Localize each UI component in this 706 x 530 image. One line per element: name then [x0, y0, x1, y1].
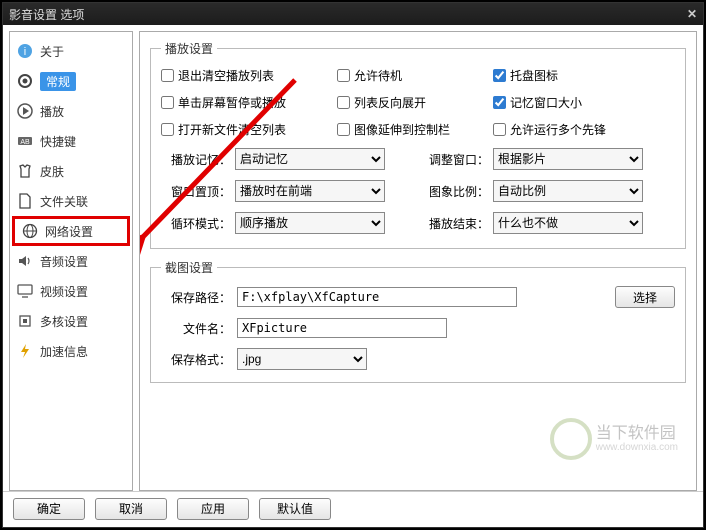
sidebar-item-hotkey[interactable]: AB 快捷键 [10, 126, 132, 156]
play-icon [16, 102, 34, 120]
sidebar-item-label: 快捷键 [40, 133, 76, 150]
label-adjust-window: 调整窗口： [419, 151, 489, 168]
monitor-icon [16, 282, 34, 300]
input-filename[interactable] [237, 318, 447, 338]
select-window-top[interactable]: 播放时在前端 [235, 180, 385, 202]
svg-text:AB: AB [20, 139, 30, 146]
checkbox-click-pause[interactable]: 单击屏幕暂停或播放 [161, 94, 331, 111]
sidebar-item-label: 加速信息 [40, 343, 88, 360]
sidebar: i 关于 常规 播放 AB 快捷键 皮肤 [9, 31, 133, 491]
sidebar-item-label: 文件关联 [40, 193, 88, 210]
label-loop-mode: 循环模式： [161, 215, 231, 232]
sidebar-item-playback[interactable]: 播放 [10, 96, 132, 126]
checkbox-input[interactable] [161, 69, 174, 82]
sidebar-item-label: 常规 [40, 72, 76, 91]
sidebar-item-skin[interactable]: 皮肤 [10, 156, 132, 186]
sidebar-item-general[interactable]: 常规 [10, 66, 132, 96]
watermark-logo-icon [550, 418, 592, 460]
checkbox-input[interactable] [493, 123, 506, 136]
checkbox-input[interactable] [337, 123, 350, 136]
window-title: 影音设置 选项 [9, 6, 84, 23]
group-legend: 播放设置 [161, 40, 217, 57]
sidebar-item-label: 网络设置 [45, 223, 93, 240]
select-play-end[interactable]: 什么也不做 [493, 212, 643, 234]
checkbox-input[interactable] [161, 96, 174, 109]
sidebar-item-label: 播放 [40, 103, 64, 120]
select-save-format[interactable]: .jpg [237, 348, 367, 370]
sidebar-item-video[interactable]: 视频设置 [10, 276, 132, 306]
default-button[interactable]: 默认值 [259, 498, 331, 520]
label-save-format: 保存格式： [161, 351, 231, 368]
label-image-ratio: 图象比例： [419, 183, 489, 200]
sidebar-item-accel[interactable]: 加速信息 [10, 336, 132, 366]
checkbox-allow-standby[interactable]: 允许待机 [337, 67, 487, 84]
select-loop-mode[interactable]: 顺序播放 [235, 212, 385, 234]
settings-window: 影音设置 选项 ✕ i 关于 常规 播放 AB 快 [2, 2, 704, 528]
input-save-path[interactable] [237, 287, 517, 307]
select-play-memory[interactable]: 启动记忆 [235, 148, 385, 170]
sidebar-item-about[interactable]: i 关于 [10, 36, 132, 66]
checkbox-input[interactable] [161, 123, 174, 136]
svg-text:i: i [24, 46, 26, 58]
sidebar-item-assoc[interactable]: 文件关联 [10, 186, 132, 216]
label-window-top: 窗口置顶： [161, 183, 231, 200]
label-play-end: 播放结束： [419, 215, 489, 232]
title-bar: 影音设置 选项 ✕ [3, 3, 703, 25]
checkbox-clear-on-exit[interactable]: 退出清空播放列表 [161, 67, 331, 84]
file-icon [16, 192, 34, 210]
checkbox-input[interactable] [337, 69, 350, 82]
playback-settings-group: 播放设置 退出清空播放列表 允许待机 托盘图标 单击屏幕暂停或播放 列表反向展开… [150, 40, 686, 249]
shirt-icon [16, 162, 34, 180]
select-adjust-window[interactable]: 根据影片 [493, 148, 643, 170]
client-area: i 关于 常规 播放 AB 快捷键 皮肤 [3, 25, 703, 527]
sidebar-item-label: 关于 [40, 43, 64, 60]
sidebar-item-network[interactable]: 网络设置 [12, 216, 130, 246]
label-save-path: 保存路径： [161, 289, 231, 306]
ok-button[interactable]: 确定 [13, 498, 85, 520]
checkbox-image-to-ctrl[interactable]: 图像延伸到控制栏 [337, 121, 487, 138]
cpu-icon [16, 312, 34, 330]
sidebar-item-label: 视频设置 [40, 283, 88, 300]
sidebar-item-label: 多核设置 [40, 313, 88, 330]
watermark-text-cn: 当下软件园 [596, 425, 678, 443]
checkbox-remember-size[interactable]: 记忆窗口大小 [493, 94, 643, 111]
keyboard-icon: AB [16, 132, 34, 150]
gear-icon [16, 72, 34, 90]
checkbox-input[interactable] [337, 96, 350, 109]
apply-button[interactable]: 应用 [177, 498, 249, 520]
select-image-ratio[interactable]: 自动比例 [493, 180, 643, 202]
capture-settings-group: 截图设置 保存路径： 选择 文件名： 保存格式： .jpg [150, 259, 686, 383]
label-play-memory: 播放记忆： [161, 151, 231, 168]
content-panel: 播放设置 退出清空播放列表 允许待机 托盘图标 单击屏幕暂停或播放 列表反向展开… [139, 31, 697, 491]
close-icon[interactable]: ✕ [687, 7, 697, 21]
info-icon: i [16, 42, 34, 60]
sidebar-item-audio[interactable]: 音频设置 [10, 246, 132, 276]
sidebar-item-multicore[interactable]: 多核设置 [10, 306, 132, 336]
sidebar-item-label: 皮肤 [40, 163, 64, 180]
checkbox-input[interactable] [493, 96, 506, 109]
checkbox-clear-on-new[interactable]: 打开新文件清空列表 [161, 121, 331, 138]
sidebar-item-label: 音频设置 [40, 253, 88, 270]
globe-icon [21, 222, 39, 240]
cancel-button[interactable]: 取消 [95, 498, 167, 520]
watermark-text-en: www.downxia.com [596, 442, 678, 453]
checkbox-reverse-expand[interactable]: 列表反向展开 [337, 94, 487, 111]
watermark: 当下软件园 www.downxia.com [550, 418, 678, 460]
speaker-icon [16, 252, 34, 270]
checkbox-allow-multiple[interactable]: 允许运行多个先锋 [493, 121, 643, 138]
browse-button[interactable]: 选择 [615, 286, 675, 308]
checkbox-tray-icon[interactable]: 托盘图标 [493, 67, 643, 84]
label-filename: 文件名： [161, 320, 231, 337]
dialog-button-bar: 确定 取消 应用 默认值 [3, 491, 703, 525]
checkbox-input[interactable] [493, 69, 506, 82]
lightning-icon [16, 342, 34, 360]
group-legend: 截图设置 [161, 259, 217, 276]
